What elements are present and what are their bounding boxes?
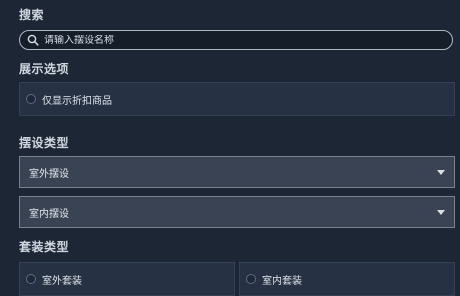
outdoor-furnishing-dropdown[interactable]: 室外摆设 [19,156,455,188]
indoor-set-option[interactable]: 室内套装 [239,262,455,296]
search-icon [26,33,40,47]
indoor-furnishing-dropdown[interactable]: 室内摆设 [19,196,455,228]
set-type-title: 套装类型 [19,240,70,254]
outdoor-set-label: 室外套装 [42,275,82,287]
chevron-down-icon[interactable] [437,209,445,215]
outdoor-set-option[interactable]: 室外套装 [19,262,235,296]
indoor-set-label: 室内套装 [262,275,302,287]
outdoor-set-radio[interactable] [26,274,36,284]
discount-only-label: 仅显示折扣商品 [42,95,112,107]
chevron-down-icon[interactable] [437,169,445,175]
search-field[interactable] [19,30,453,50]
discount-only-option[interactable]: 仅显示折扣商品 [19,82,455,116]
display-options-title: 展示选项 [19,62,70,76]
indoor-furnishing-label: 室内摆设 [29,208,69,220]
discount-only-radio[interactable] [26,94,36,104]
indoor-set-radio[interactable] [246,274,256,284]
furnishing-type-title: 摆设类型 [19,136,70,150]
outdoor-furnishing-label: 室外摆设 [29,168,69,180]
search-section-title: 搜索 [19,8,45,22]
search-input[interactable] [44,34,444,46]
